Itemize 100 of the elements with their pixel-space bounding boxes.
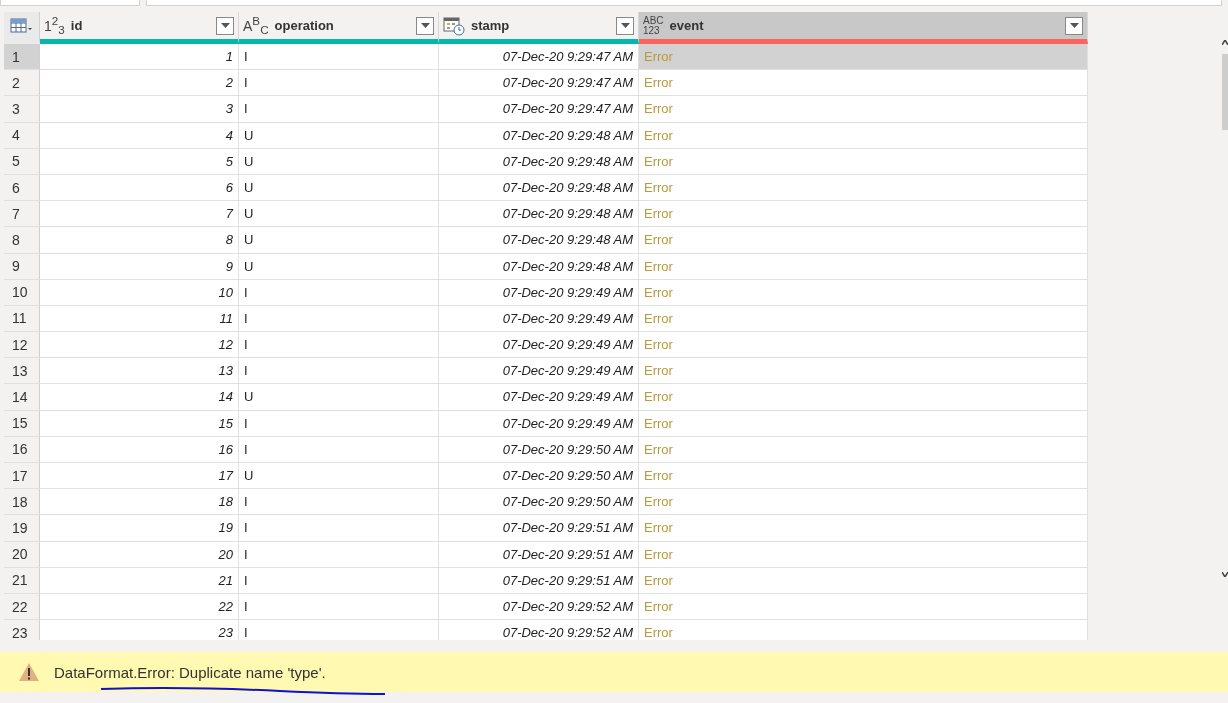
table-cell: I [239,44,439,71]
table-cell: I [239,279,439,306]
row-number[interactable]: 19 [4,515,40,542]
table-cell: 18 [40,489,239,516]
table-cell: U [239,463,439,490]
table-cell: 2 [40,70,239,97]
table-menu-button[interactable] [4,12,40,44]
table-cell: U [239,384,439,411]
table-cell: I [239,436,439,463]
table-cell: 07-Dec-20 9:29:47 AM [439,70,639,97]
table-cell: 07-Dec-20 9:29:48 AM [439,227,639,254]
filter-dropdown-button[interactable] [416,16,434,35]
row-number[interactable]: 16 [4,436,40,463]
row-number[interactable]: 20 [4,541,40,568]
table-cell: Error [639,253,1088,280]
row-number[interactable]: 17 [4,463,40,490]
table-cell: 1 [40,44,239,71]
table-cell: Error [639,620,1088,640]
filter-dropdown-button[interactable] [1065,16,1083,35]
row-number[interactable]: 6 [4,174,40,202]
table-cell: Error [639,384,1088,411]
caret-icon [220,23,230,28]
table-cell: I [239,410,439,437]
table-cell: U [239,227,439,254]
table-cell: Error [639,96,1088,123]
table-cell: 6 [40,174,239,202]
table-cell: Error [639,436,1088,463]
row-number[interactable]: 14 [4,384,40,411]
table-cell: 9 [40,253,239,280]
table-cell: Error [639,489,1088,516]
table-cell: Error [639,44,1088,71]
table-cell: 07-Dec-20 9:29:49 AM [439,279,639,306]
error-message: DataFormat.Error: Duplicate name 'type'. [54,663,326,681]
row-number[interactable]: 18 [4,489,40,516]
table-cell: 4 [40,122,239,149]
caret-icon [1069,23,1079,28]
table-cell: 07-Dec-20 9:29:52 AM [439,593,639,621]
table-cell: 3 [40,96,239,123]
column-header[interactable]: stamp [439,12,639,44]
column-header[interactable]: A$^{B}$$_{C}$ operation [239,12,439,44]
row-number[interactable]: 23 [4,620,40,640]
table-cell: 23 [40,620,239,640]
row-number[interactable]: 2 [4,70,40,97]
table-cell: 12 [40,332,239,359]
table-cell: U [239,174,439,202]
row-number[interactable]: 10 [4,279,40,306]
table-cell: 07-Dec-20 9:29:48 AM [439,253,639,280]
table-cell: 19 [40,515,239,542]
row-number[interactable]: 5 [4,148,40,175]
row-number[interactable]: 3 [4,96,40,123]
table-cell: 07-Dec-20 9:29:50 AM [439,463,639,490]
table-cell: Error [639,148,1088,175]
table-cell: 07-Dec-20 9:29:47 AM [439,96,639,123]
column-name: id [70,18,84,33]
table-cell: Error [639,515,1088,542]
table-cell: Error [639,593,1088,621]
row-number[interactable]: 7 [4,201,40,228]
row-number[interactable]: 15 [4,410,40,437]
table-cell: U [239,122,439,149]
table-cell: 14 [40,384,239,411]
caret-icon [420,23,430,28]
warning-icon [18,662,40,682]
row-number[interactable]: 11 [4,305,40,333]
table-cell: U [239,201,439,228]
table-cell: U [239,253,439,280]
row-number[interactable]: 21 [4,567,40,594]
table-cell: 07-Dec-20 9:29:48 AM [439,201,639,228]
table-cell: 07-Dec-20 9:29:49 AM [439,358,639,385]
row-number[interactable]: 4 [4,122,40,149]
table-cell: 8 [40,227,239,254]
row-number[interactable]: 22 [4,593,40,621]
table-cell: 07-Dec-20 9:29:50 AM [439,489,639,516]
caret-icon [620,23,630,28]
table-cell: 07-Dec-20 9:29:49 AM [439,332,639,359]
row-number[interactable]: 9 [4,253,40,280]
table-cell: 13 [40,358,239,385]
table-cell: 15 [40,410,239,437]
table-cell: 20 [40,541,239,568]
filter-dropdown-button[interactable] [216,16,234,35]
calendar-clock-icon [443,15,465,36]
column-name: operation [274,18,335,33]
table-cell: I [239,332,439,359]
row-number[interactable]: 13 [4,358,40,385]
filter-dropdown-button[interactable] [616,16,634,35]
table-cell: 21 [40,567,239,594]
table-cell: I [239,96,439,123]
row-number[interactable]: 8 [4,227,40,254]
table-cell: 16 [40,436,239,463]
row-number[interactable]: 1 [4,44,40,71]
row-number[interactable]: 12 [4,332,40,359]
table-icon [9,17,34,34]
table-cell: I [239,489,439,516]
table-cell: 07-Dec-20 9:29:49 AM [439,305,639,333]
table-cell: 5 [40,148,239,175]
table-cell: 07-Dec-20 9:29:52 AM [439,620,639,640]
type-icon: ABC 123 [643,15,664,36]
table-cell: I [239,305,439,333]
column-header[interactable]: 1$^{2}$$_{3}$ id [40,12,239,44]
table-cell: 07-Dec-20 9:29:48 AM [439,174,639,202]
table-cell: Error [639,201,1088,228]
